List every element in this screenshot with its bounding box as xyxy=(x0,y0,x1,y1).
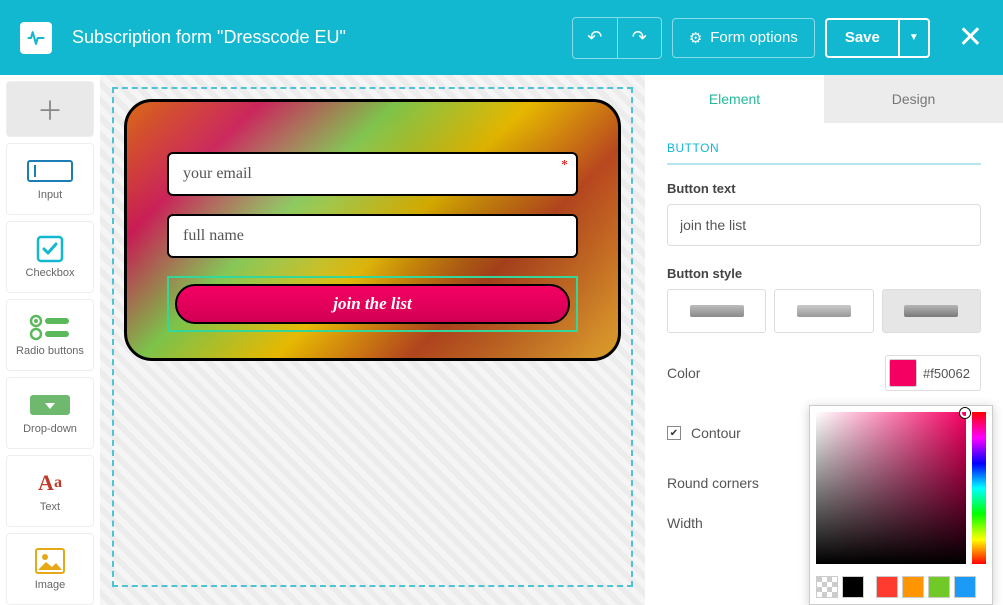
dropdown-tool[interactable]: Drop-down xyxy=(6,377,94,449)
name-field[interactable]: full name xyxy=(167,214,578,258)
image-tool[interactable]: Image xyxy=(6,533,94,605)
name-placeholder: full name xyxy=(183,227,244,245)
style-option-2[interactable] xyxy=(774,289,873,333)
redo-button[interactable]: ↷ xyxy=(617,18,661,58)
canvas-area: your email * full name join the list xyxy=(100,75,645,605)
button-style-label: Button style xyxy=(667,266,981,281)
tool-label: Drop-down xyxy=(23,423,77,435)
input-tool[interactable]: Input xyxy=(6,143,94,215)
app-logo xyxy=(20,22,52,54)
color-value: #f50062 xyxy=(923,366,970,381)
required-marker: * xyxy=(561,158,568,174)
close-icon[interactable]: ✕ xyxy=(958,20,983,55)
tool-sidebar: ＋ Input Checkbox Radio buttons Drop-down… xyxy=(0,75,100,605)
form-options-label: Form options xyxy=(710,29,798,46)
style-option-1[interactable] xyxy=(667,289,766,333)
tool-label: Checkbox xyxy=(26,267,75,279)
swatch-black[interactable] xyxy=(842,576,864,598)
gear-icon: ⚙ xyxy=(689,29,702,47)
email-placeholder: your email xyxy=(183,165,252,183)
checkbox-tool[interactable]: Checkbox xyxy=(6,221,94,293)
email-field[interactable]: your email * xyxy=(167,152,578,196)
button-text-label: Button text xyxy=(667,181,981,196)
color-handle[interactable] xyxy=(960,408,970,418)
add-tool[interactable]: ＋ xyxy=(6,81,94,137)
hue-slider[interactable] xyxy=(972,412,986,564)
section-header: BUTTON xyxy=(667,141,981,165)
form-card: your email * full name join the list xyxy=(124,99,621,361)
tool-label: Text xyxy=(40,501,60,513)
swatch-red[interactable] xyxy=(876,576,898,598)
tool-label: Image xyxy=(35,579,66,591)
swatch-green[interactable] xyxy=(928,576,950,598)
color-label: Color xyxy=(667,365,885,381)
properties-panel: Element Design BUTTON Button text Button… xyxy=(645,75,1003,605)
form-canvas[interactable]: your email * full name join the list xyxy=(112,87,633,587)
style-option-3[interactable] xyxy=(882,289,981,333)
submit-button[interactable]: join the list xyxy=(175,284,570,324)
tab-element[interactable]: Element xyxy=(645,75,824,123)
tool-label: Radio buttons xyxy=(16,345,84,357)
tool-label: Input xyxy=(38,189,62,201)
save-dropdown-button[interactable]: ▼ xyxy=(900,18,930,58)
radio-tool[interactable]: Radio buttons xyxy=(6,299,94,371)
color-swatch-icon xyxy=(889,359,917,387)
contour-checkbox[interactable]: ✔ xyxy=(667,426,681,440)
button-text-input[interactable] xyxy=(667,204,981,246)
plus-icon: ＋ xyxy=(37,91,63,128)
selected-element-outline: join the list xyxy=(167,276,578,332)
undo-redo-group: ↶ ↷ xyxy=(572,17,662,59)
swatch-blue[interactable] xyxy=(954,576,976,598)
swatch-orange[interactable] xyxy=(902,576,924,598)
color-input[interactable]: #f50062 xyxy=(885,355,981,391)
text-tool[interactable]: Aa Text xyxy=(6,455,94,527)
page-title: Subscription form "Dresscode EU" xyxy=(72,27,572,48)
swatch-transparent[interactable] xyxy=(816,576,838,598)
form-options-button[interactable]: ⚙ Form options xyxy=(672,18,815,58)
tab-design[interactable]: Design xyxy=(824,75,1003,123)
color-picker[interactable] xyxy=(809,405,993,605)
undo-button[interactable]: ↶ xyxy=(573,18,617,58)
save-button[interactable]: Save xyxy=(825,18,900,58)
color-gradient-area[interactable] xyxy=(816,412,966,564)
app-header: Subscription form "Dresscode EU" ↶ ↷ ⚙ F… xyxy=(0,0,1003,75)
